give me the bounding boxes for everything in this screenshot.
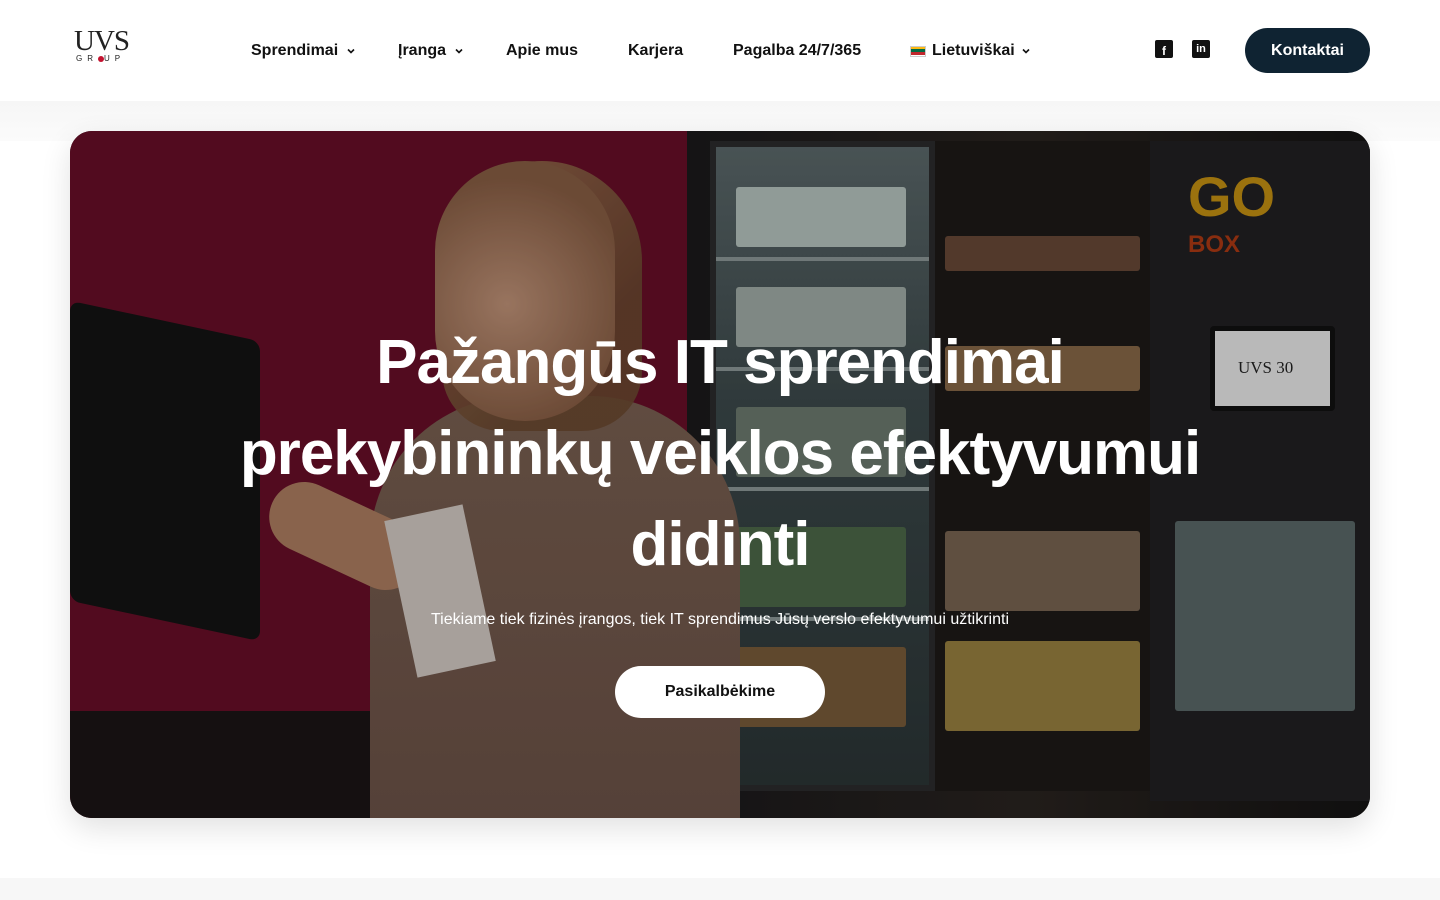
nav-item-label: Pagalba 24/7/365 — [733, 42, 862, 59]
language-label: Lietuviškai — [932, 42, 1015, 59]
nav-item-label: Apie mus — [506, 42, 579, 59]
uvs-group-logo[interactable]: UVS GR UP — [74, 27, 134, 67]
chevron-down-icon — [347, 48, 355, 54]
linkedin-icon[interactable]: in — [1192, 40, 1210, 58]
nav-item-label: Sprendimai — [251, 42, 339, 59]
nav-item-iranga[interactable]: Įranga — [398, 38, 464, 64]
hero-banner: GO BOX UVS 30 Pažangūs IT sprendimai pre… — [70, 131, 1370, 818]
next-section-band — [0, 878, 1440, 900]
chevron-down-icon — [455, 48, 463, 54]
nav-item-label: Karjera — [628, 42, 684, 59]
nav-item-sprendimai[interactable]: Sprendimai — [251, 38, 356, 64]
site-header: UVS GR UP Sprendimai Įranga Apie mus Karj… — [0, 0, 1440, 101]
talk-to-us-button[interactable]: Pasikalbėkime — [615, 666, 825, 718]
language-selector[interactable]: Lietuviškai — [910, 38, 1031, 64]
chevron-down-icon — [1022, 48, 1030, 54]
nav-item-pagalba[interactable]: Pagalba 24/7/365 — [733, 38, 861, 64]
nav-item-apie-mus[interactable]: Apie mus — [506, 38, 578, 64]
nav-item-label: Įranga — [398, 42, 447, 59]
hero-subtitle: Tiekiame tiek fizinės įrangos, tiek IT s… — [431, 611, 1009, 628]
nav-item-karjera[interactable]: Karjera — [628, 38, 683, 64]
lithuania-flag-icon — [910, 45, 926, 57]
logo-wordmark: UVS — [74, 25, 130, 57]
hero-title: Pažangūs IT sprendimai prekybininkų veik… — [239, 328, 1201, 579]
logo-subtitle: GR UP — [76, 54, 126, 63]
contact-button[interactable]: Kontaktai — [1245, 28, 1370, 73]
facebook-icon[interactable]: f — [1155, 40, 1173, 58]
